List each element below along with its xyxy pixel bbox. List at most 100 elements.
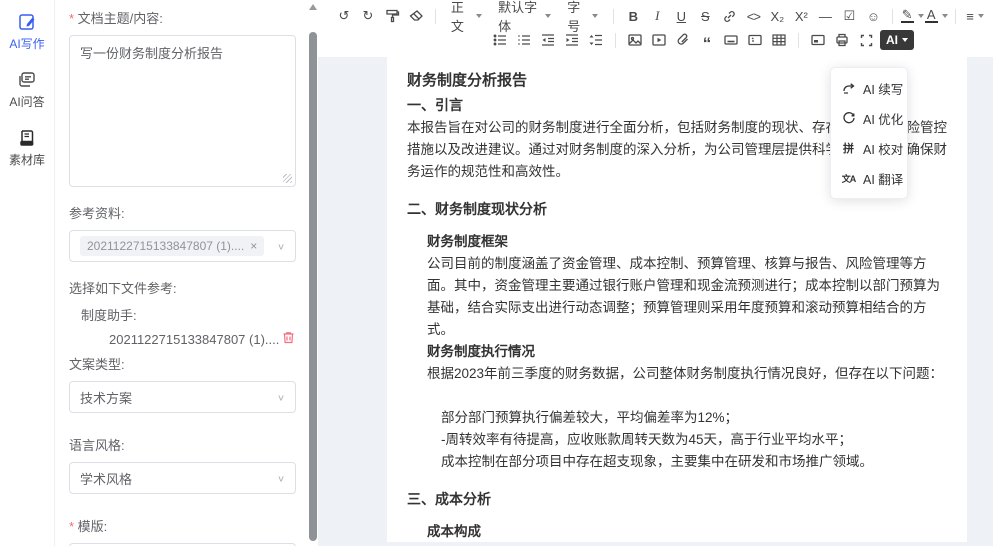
scrollbar-thumb[interactable] (309, 32, 317, 541)
trash-icon[interactable] (281, 330, 296, 348)
caret-down-icon (902, 38, 908, 42)
indent-button[interactable] (560, 29, 584, 51)
strikethrough-button[interactable]: S (693, 5, 717, 27)
format-painter-button[interactable] (380, 5, 404, 27)
blockquote-button[interactable]: “ (695, 29, 719, 51)
copy-type-select[interactable]: 技术方案 ∨ (69, 381, 296, 413)
sidebar-item-ai-qa[interactable]: AI问答 (9, 70, 44, 110)
divider-button[interactable] (719, 29, 743, 51)
chat-icon (17, 70, 37, 90)
checkbox-button[interactable]: ☑ (837, 5, 861, 27)
menu-item-ai-optimize[interactable]: AI 优化 (831, 103, 907, 133)
insert-video-button[interactable] (647, 29, 671, 51)
doc-heading: 三、成本分析 (407, 487, 947, 511)
attachment-button[interactable] (671, 29, 695, 51)
insert-image-button[interactable] (623, 29, 647, 51)
reference-select[interactable]: 2021122715133847807 (1).... × ∨ (69, 230, 296, 262)
copy-type-label: 文案类型: (69, 354, 296, 373)
italic-button[interactable]: I (645, 5, 669, 27)
inline-code-button[interactable]: <> (741, 5, 765, 27)
menu-item-ai-translate[interactable]: 文A AI 翻译 (831, 163, 907, 193)
font-color-dropdown[interactable]: A (924, 5, 948, 27)
horizontal-rule-button[interactable]: — (813, 5, 837, 27)
library-icon (17, 128, 37, 148)
doc-list-line: -周转效率有待提高，应收账款周转天数为45天，高于行业平均水平； (441, 429, 947, 451)
menu-item-ai-continue[interactable]: AI 续写 (831, 73, 907, 103)
ordered-list-button[interactable] (512, 29, 536, 51)
translate-icon: 文A (841, 172, 856, 185)
caret-down-icon (918, 14, 924, 18)
doc-list-line: 部分部门预算执行偏差较大，平均偏差率为12%； (441, 407, 947, 429)
doc-paragraph: 公司目前的制度涵盖了资金管理、成本控制、预算管理、核算与报告、风险管理等方面。其… (427, 253, 947, 341)
emoji-button[interactable]: ☺ (861, 5, 885, 27)
outdent-button[interactable] (536, 29, 560, 51)
caret-down-icon (476, 14, 482, 18)
caret-down-icon (545, 14, 551, 18)
insert-table-button[interactable] (767, 29, 791, 51)
highlight-pen-dropdown[interactable]: ✎ (900, 5, 924, 27)
toolbar-row-2: “ (332, 28, 987, 52)
file-name: 2021122715133847807 (1).... (109, 332, 281, 347)
side-panel-button[interactable] (806, 29, 830, 51)
paragraph-style-dropdown[interactable]: 正文 (443, 5, 490, 27)
write-icon (17, 12, 37, 32)
optimize-icon (841, 111, 856, 125)
editor-area: ↺ ↻ 正文 默认字体 字号 B (318, 0, 993, 546)
subscript-button[interactable]: X₂ (765, 5, 789, 27)
style-label: 语言风格: (69, 435, 296, 454)
chevron-down-icon: ∨ (277, 392, 285, 402)
caret-down-icon (592, 14, 598, 18)
link-button[interactable] (717, 5, 741, 27)
underline-button[interactable]: U (669, 5, 693, 27)
resize-grip[interactable] (283, 174, 292, 183)
caret-down-icon (978, 14, 984, 18)
print-button[interactable] (830, 29, 854, 51)
topic-value: 写一份财务制度分析报告 (80, 46, 223, 61)
file-row: 2021122715133847807 (1).... (109, 330, 296, 348)
doc-subheading: 成本构成 (427, 521, 947, 542)
doc-paragraph: 根据2023年前三季度的财务数据，公司整体财务制度执行情况良好，但存在以下问题： (427, 363, 947, 385)
superscript-button[interactable]: X² (789, 5, 813, 27)
font-size-dropdown[interactable]: 字号 (559, 5, 606, 27)
editor-toolbar: ↺ ↻ 正文 默认字体 字号 B (318, 0, 993, 57)
sidebar-item-ai-write[interactable]: AI写作 (9, 12, 44, 52)
fullscreen-button[interactable] (854, 29, 878, 51)
topic-textarea[interactable]: 写一份财务制度分析报告 (69, 35, 296, 187)
style-value: 学术风格 (80, 469, 271, 488)
tag-close-icon[interactable]: × (250, 239, 257, 253)
code-block-button[interactable] (743, 29, 767, 51)
bold-button[interactable]: B (621, 5, 645, 27)
caret-down-icon (942, 14, 948, 18)
ai-tools-dropdown[interactable]: AI (880, 30, 914, 50)
chevron-down-icon: ∨ (277, 241, 285, 251)
sidebar-item-label: AI问答 (9, 93, 44, 110)
sidebar-item-label: 素材库 (9, 151, 45, 168)
doc-subheading: 财务制度执行情况 (427, 341, 947, 363)
nav-rail: AI写作 AI问答 素材库 (0, 0, 55, 546)
style-select[interactable]: 学术风格 ∨ (69, 462, 296, 494)
chevron-down-icon: ∨ (277, 473, 285, 483)
topic-label: 文档主题/内容: (69, 8, 296, 27)
reference-tag-text: 2021122715133847807 (1).... (87, 239, 244, 253)
sidebar-item-label: AI写作 (9, 35, 44, 52)
doc-list-line: 成本控制在部分项目中存在超支现象，主要集中在研发和市场推广领域。 (441, 451, 947, 473)
line-spacing-button[interactable] (584, 29, 608, 51)
ai-dropdown-menu: AI 续写 AI 优化 拼 AI 校对 文A AI 翻译 (830, 67, 908, 199)
assistant-label: 制度助手: (81, 305, 296, 324)
copy-type-value: 技术方案 (80, 388, 271, 407)
font-family-dropdown[interactable]: 默认字体 (490, 5, 559, 27)
toolbar-row-1: ↺ ↻ 正文 默认字体 字号 B (332, 4, 987, 28)
template-label: 模版: (69, 516, 296, 535)
reference-label: 参考资料: (69, 203, 296, 222)
writing-form-panel: 文档主题/内容: 写一份财务制度分析报告 参考资料: 2021122715133… (55, 0, 308, 546)
menu-item-ai-proofread[interactable]: 拼 AI 校对 (831, 133, 907, 163)
bullet-list-button[interactable] (488, 29, 512, 51)
reference-tag: 2021122715133847807 (1).... × (80, 236, 264, 256)
redo-button[interactable]: ↻ (356, 5, 380, 27)
align-dropdown[interactable]: ≡ (963, 5, 987, 27)
clear-format-eraser-button[interactable] (404, 5, 428, 27)
sidebar-item-library[interactable]: 素材库 (9, 128, 45, 168)
scroll-up-arrow-icon[interactable] (309, 4, 317, 10)
panel-scrollbar (308, 0, 318, 546)
undo-button[interactable]: ↺ (332, 5, 356, 27)
